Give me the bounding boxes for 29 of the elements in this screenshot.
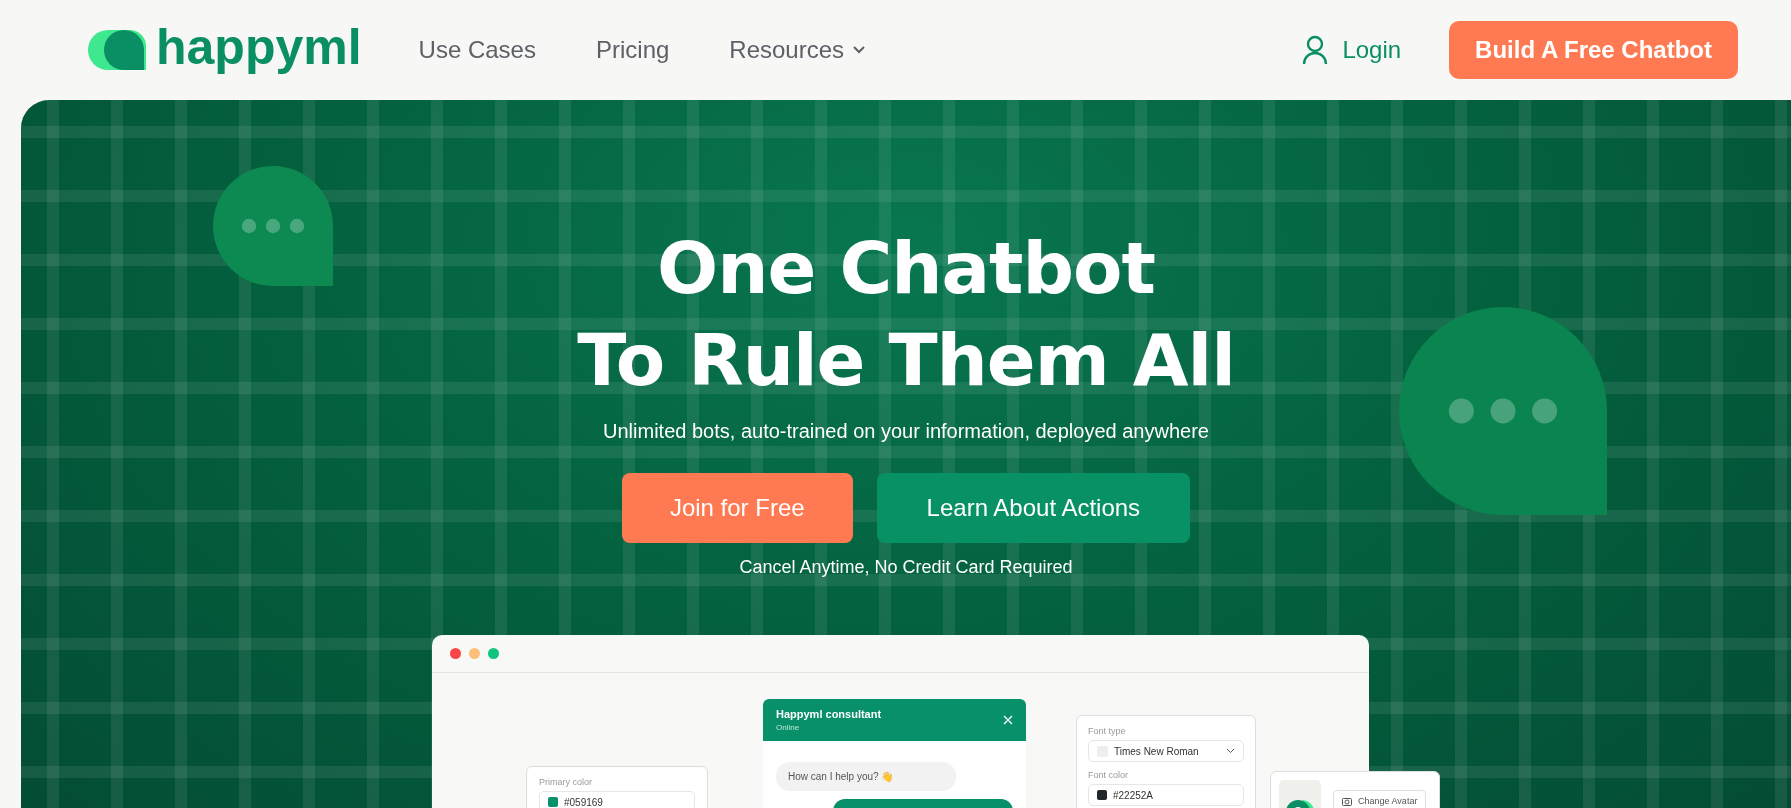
camera-icon — [1342, 796, 1352, 806]
field-label: Font type — [1088, 726, 1127, 737]
chat-title: Happyml consultant — [776, 708, 883, 720]
chat-bubble-icon — [213, 166, 333, 286]
window-dot — [469, 648, 480, 659]
window-dot — [450, 648, 461, 659]
chevron-icon — [1226, 748, 1235, 754]
nav-link[interactable]: Pricing — [595, 36, 670, 64]
chat-message: How can I help you? 👋 — [776, 762, 956, 791]
color-field[interactable]: #22252A — [1088, 784, 1244, 806]
hero-note: Cancel Anytime, No Credit Card Required — [739, 557, 1073, 578]
change-avatar-button[interactable]: Change Avatar — [1333, 790, 1427, 808]
logo-text[interactable]: happyml — [156, 22, 362, 72]
user-icon — [1302, 35, 1329, 65]
field-label: Font color — [1088, 770, 1130, 781]
logo-icon — [88, 30, 146, 70]
font-select[interactable]: Times New Roman — [1088, 740, 1244, 762]
field-label: Primary color — [539, 777, 593, 788]
window-dot — [488, 648, 499, 659]
close-icon — [1003, 715, 1013, 725]
hero-title: One Chatbot To Rule Them All — [577, 225, 1235, 404]
chat-status: Online — [776, 723, 801, 732]
color-field[interactable]: #059169 — [539, 791, 695, 808]
nav-link[interactable]: Resources — [729, 36, 867, 64]
chat-bubble-icon — [1399, 307, 1607, 515]
login-link[interactable]: Login — [1302, 35, 1402, 65]
learn-button[interactable]: Learn About Actions — [876, 473, 1191, 543]
nav-link[interactable]: Use Cases — [418, 36, 536, 64]
hero-subtitle: Unlimited bots, auto-trained on your information, deployed anywhere — [603, 420, 1209, 443]
